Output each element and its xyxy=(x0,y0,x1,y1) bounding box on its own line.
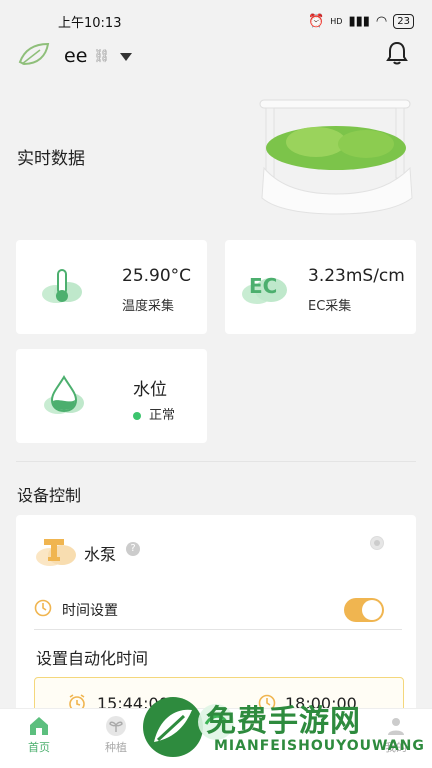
signal-icon: ▮▮▮ xyxy=(348,13,370,29)
wifi-icon: ◠ xyxy=(375,13,388,29)
divider xyxy=(16,461,416,462)
auto-time-title: 设置自动化时间 xyxy=(36,649,149,668)
ec-badge: EC xyxy=(249,274,278,298)
status-dot xyxy=(133,411,141,420)
home-icon xyxy=(30,717,48,735)
thermometer-icon xyxy=(42,269,82,303)
ec-label: EC采集 xyxy=(308,299,352,314)
help-icon[interactable]: ? xyxy=(126,542,140,556)
water-drop-icon xyxy=(44,375,84,414)
realtime-title: 实时数据 xyxy=(17,149,85,169)
chevron-down-icon[interactable] xyxy=(119,53,132,61)
watermark-subtitle: MIANFEISHOUYOUWANG xyxy=(214,738,425,754)
tab-home[interactable]: 首页 xyxy=(9,715,69,755)
hero-section: 实时数据 xyxy=(0,80,432,230)
planter-image xyxy=(259,99,413,215)
time-setting-label: 时间设置 xyxy=(62,603,118,619)
time-setting-toggle[interactable] xyxy=(344,598,384,622)
ec-card[interactable]: EC 3.23mS/cm EC采集 xyxy=(225,240,416,334)
hd-label: HD xyxy=(330,16,343,26)
pump-radio[interactable] xyxy=(370,536,384,550)
battery-icon: 23 xyxy=(393,13,414,29)
water-level-card[interactable]: 水位 正常 xyxy=(16,349,207,443)
sprout-icon xyxy=(106,716,126,736)
water-level-status-text: 正常 xyxy=(149,408,176,423)
temperature-value: 25.90°C xyxy=(122,266,192,286)
bell-icon[interactable] xyxy=(386,41,408,65)
pump-label: 水泵 xyxy=(84,545,117,564)
temperature-label: 温度采集 xyxy=(122,299,175,314)
alarm-icon: ⏰ xyxy=(308,13,325,29)
water-level-title: 水位 xyxy=(133,380,167,400)
status-icons: ⏰ HD ▮▮▮ ◠ 23 xyxy=(308,13,414,29)
tab-home-label: 首页 xyxy=(28,741,50,754)
tab-plant-label: 种植 xyxy=(105,741,127,754)
pump-icon xyxy=(36,539,76,566)
watermark-logo: 免费手游网 MIANFEISHOUYOUWANG xyxy=(140,690,430,768)
leaf-logo-icon xyxy=(18,42,50,66)
temperature-card[interactable]: 25.90°C 温度采集 xyxy=(16,240,207,334)
clock-icon xyxy=(34,599,52,617)
link-icon: ⛓ xyxy=(93,48,110,64)
toggle-knob xyxy=(362,600,382,620)
device-name[interactable]: ee xyxy=(64,45,87,67)
watermark-title: 免费手游网 xyxy=(206,704,361,739)
top-bar: ee ⛓ xyxy=(0,36,432,76)
status-time: 上午10:13 xyxy=(58,15,122,31)
water-level-status: 正常 xyxy=(133,404,175,423)
control-divider xyxy=(34,629,402,630)
ec-value: 3.23mS/cm xyxy=(308,266,405,286)
tab-plant[interactable]: 种植 xyxy=(86,715,146,755)
device-control-title: 设备控制 xyxy=(17,486,82,505)
ec-icon: EC xyxy=(241,270,287,304)
